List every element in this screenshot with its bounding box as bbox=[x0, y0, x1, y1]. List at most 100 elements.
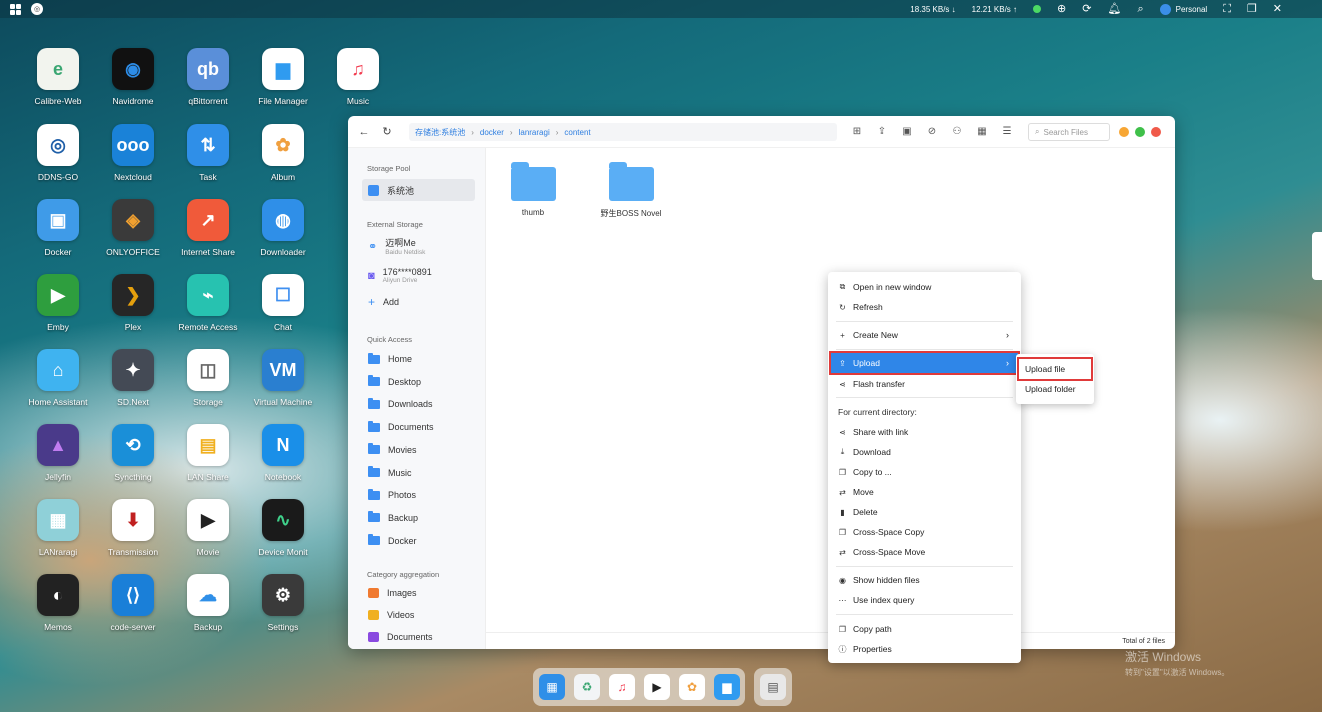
menu-item-upload[interactable]: ⇪ Upload › bbox=[829, 351, 1020, 375]
desktop-app-lan-share[interactable]: ▤ LAN Share bbox=[168, 424, 248, 482]
desktop-app-syncthing[interactable]: ⟲ Syncthing bbox=[93, 424, 173, 482]
minimize-button[interactable] bbox=[1119, 127, 1129, 137]
user-menu[interactable]: Personal bbox=[1159, 3, 1207, 15]
close-icon[interactable]: ✕ bbox=[1273, 3, 1282, 15]
desktop-app-nextcloud[interactable]: ooo Nextcloud bbox=[93, 124, 173, 182]
desktop-app-chat[interactable]: ☐ Chat bbox=[243, 274, 323, 332]
desktop-app-docker[interactable]: ▣ Docker bbox=[18, 199, 98, 257]
movie-icon[interactable]: ▶ bbox=[644, 674, 670, 700]
new-folder-icon[interactable]: ⊞ bbox=[851, 125, 863, 137]
menu-item-copy-to[interactable]: ❐ Copy to ... bbox=[831, 462, 1018, 482]
desktop-app-jellyfin[interactable]: ▲ Jellyfin bbox=[18, 424, 98, 482]
sidebar-item-music[interactable]: Music bbox=[362, 462, 475, 484]
desktop-app-onlyoffice[interactable]: ◈ ONLYOFFICE bbox=[93, 199, 173, 257]
desktop-app-transmission[interactable]: ⬇ Transmission bbox=[93, 499, 173, 557]
menu-item-properties[interactable]: ⓘ Properties bbox=[831, 639, 1018, 659]
maximize-button[interactable] bbox=[1135, 127, 1145, 137]
sidebar-item-downloads[interactable]: Downloads bbox=[362, 393, 475, 415]
app-launcher-icon[interactable] bbox=[10, 3, 21, 15]
desktop-app-album[interactable]: ✿ Album bbox=[243, 124, 323, 182]
menu-item-copy-path[interactable]: ❐ Copy path bbox=[831, 619, 1018, 639]
folder-item[interactable]: thumb bbox=[493, 162, 573, 217]
menu-item-refresh[interactable]: ↻ Refresh bbox=[831, 297, 1018, 317]
close-button[interactable] bbox=[1151, 127, 1161, 137]
search-input[interactable]: ⌕ Search Files bbox=[1028, 123, 1110, 141]
sync-icon[interactable]: ⟳ bbox=[1082, 3, 1091, 15]
sidebar-item-photos[interactable]: Photos bbox=[362, 484, 475, 506]
side-handle[interactable] bbox=[1312, 232, 1322, 280]
desktop-app-notebook[interactable]: N Notebook bbox=[243, 424, 323, 482]
desktop-app-music[interactable]: ♫ Music bbox=[318, 48, 398, 106]
desktop-app-lanraragi[interactable]: ▦ LANraragi bbox=[18, 499, 98, 557]
desktop-app-memos[interactable]: ◐ Memos bbox=[18, 574, 98, 632]
desktop-app-ddns-go[interactable]: ◎ DDNS-GO bbox=[18, 124, 98, 182]
grid-view-icon[interactable]: ▦ bbox=[976, 125, 988, 137]
running-app-icon[interactable]: ◎ bbox=[31, 3, 43, 15]
breadcrumb-item[interactable]: lanraragi bbox=[519, 128, 550, 137]
upload-folder-button[interactable]: Upload folder bbox=[1019, 379, 1091, 399]
desktop-app-emby[interactable]: ▶ Emby bbox=[18, 274, 98, 332]
desktop-app-internet-share[interactable]: ↗ Internet Share bbox=[168, 199, 248, 257]
recycle-bin-icon[interactable]: ♻ bbox=[574, 674, 600, 700]
upload-file-button[interactable]: Upload file bbox=[1017, 357, 1093, 381]
search-icon[interactable]: ⌕ bbox=[1137, 3, 1143, 15]
desktop-app-code-server[interactable]: ⟨⟩ code-server bbox=[93, 574, 173, 632]
menu-item-use-index-query[interactable]: ⋯ Use index query bbox=[831, 590, 1018, 610]
menu-item-delete[interactable]: ▮ Delete bbox=[831, 502, 1018, 522]
sidebar-item-documents[interactable]: Documents bbox=[362, 416, 475, 438]
dock-running-app[interactable]: ▤ bbox=[754, 668, 792, 706]
music-icon[interactable]: ♫ bbox=[609, 674, 635, 700]
desktop-app-remote-access[interactable]: ⌁ Remote Access bbox=[168, 274, 248, 332]
desktop-app-device-monit[interactable]: ∿ Device Monit bbox=[243, 499, 323, 557]
desktop-app-movie[interactable]: ▶ Movie bbox=[168, 499, 248, 557]
menu-item-flash-transfer[interactable]: ⋖ Flash transfer bbox=[831, 374, 1018, 394]
desktop-app-sd-next[interactable]: ✦ SD.Next bbox=[93, 349, 173, 407]
sidebar-item-system-pool[interactable]: 系统池 bbox=[362, 179, 475, 201]
folder-item[interactable]: 野生BOSS Novel bbox=[591, 162, 671, 219]
menu-item-cross-space-copy[interactable]: ❐ Cross-Space Copy bbox=[831, 522, 1018, 542]
breadcrumb[interactable]: 存储池:系统池 › docker › lanraragi › content bbox=[409, 123, 837, 141]
desktop-app-settings[interactable]: ⚙ Settings bbox=[243, 574, 323, 632]
notification-bell-icon[interactable]: 🔔︎ bbox=[1107, 3, 1121, 15]
sidebar-item-aliyun-drive[interactable]: ◙ 176****0891 Aliyun Drive bbox=[368, 267, 432, 284]
desktop-app-virtual-machine[interactable]: VM Virtual Machine bbox=[243, 349, 323, 407]
desktop-app-downloader[interactable]: ◍ Downloader bbox=[243, 199, 323, 257]
desktop-app-navidrome[interactable]: ◉ Navidrome bbox=[93, 48, 173, 106]
menu-item-create-new[interactable]: + Create New › bbox=[831, 325, 1018, 345]
desktop-app-file-manager[interactable]: ▆ File Manager bbox=[243, 48, 323, 106]
restore-window-icon[interactable]: ❐ bbox=[1247, 3, 1257, 15]
menu-item-open-new-window[interactable]: ⧉ Open in new window bbox=[831, 277, 1018, 297]
desktop-app-qbittorrent[interactable]: qb qBittorrent bbox=[168, 48, 248, 106]
desktop-app-task[interactable]: ⇅ Task bbox=[168, 124, 248, 182]
desktop-app-storage[interactable]: ◫ Storage bbox=[168, 349, 248, 407]
breadcrumb-item[interactable]: 存储池:系统池 bbox=[415, 127, 465, 138]
menu-item-share-with-link[interactable]: ⋖ Share with link bbox=[831, 422, 1018, 442]
menu-item-cross-space-move[interactable]: ⇄ Cross-Space Move bbox=[831, 542, 1018, 562]
menu-item-download[interactable]: ⤓ Download bbox=[831, 442, 1018, 462]
breadcrumb-item[interactable]: docker bbox=[480, 128, 504, 137]
album-icon[interactable]: ✿ bbox=[679, 674, 705, 700]
sidebar-item-backup[interactable]: Backup bbox=[362, 507, 475, 529]
hide-icon[interactable]: ⊘ bbox=[926, 125, 938, 137]
fullscreen-icon[interactable]: ⛶ bbox=[1223, 3, 1231, 15]
sort-icon[interactable]: ☰ bbox=[1001, 125, 1013, 137]
file-manager-icon[interactable]: ▆ bbox=[714, 674, 740, 700]
desktop-app-plex[interactable]: ❯ Plex bbox=[93, 274, 173, 332]
category-item-documents[interactable]: Documents bbox=[362, 626, 475, 648]
sidebar-item-docker[interactable]: Docker bbox=[362, 530, 475, 552]
sidebar-item-baidu-netdisk[interactable]: ⚭ 迈啊Me Baidu Netdisk bbox=[368, 236, 425, 256]
network-icon[interactable]: ⊕ bbox=[1057, 3, 1066, 15]
menu-item-show-hidden-files[interactable]: ◉ Show hidden files bbox=[831, 570, 1018, 590]
sidebar-item-movies[interactable]: Movies bbox=[362, 439, 475, 461]
sidebar-item-desktop[interactable]: Desktop bbox=[362, 371, 475, 393]
sidebar-item-home[interactable]: Home bbox=[362, 348, 475, 370]
add-storage-button[interactable]: + Add bbox=[362, 291, 475, 313]
share-icon[interactable]: ⚇ bbox=[951, 125, 963, 137]
breadcrumb-item[interactable]: content bbox=[564, 128, 590, 137]
upload-icon[interactable]: ⇪ bbox=[876, 125, 888, 137]
menu-item-move[interactable]: ⇄ Move bbox=[831, 482, 1018, 502]
desktop-app-calibre-web[interactable]: e Calibre-Web bbox=[18, 48, 98, 106]
app-center-icon[interactable]: ▦ bbox=[539, 674, 565, 700]
category-item-images[interactable]: Images bbox=[362, 582, 475, 604]
back-icon[interactable]: ← bbox=[357, 125, 371, 139]
